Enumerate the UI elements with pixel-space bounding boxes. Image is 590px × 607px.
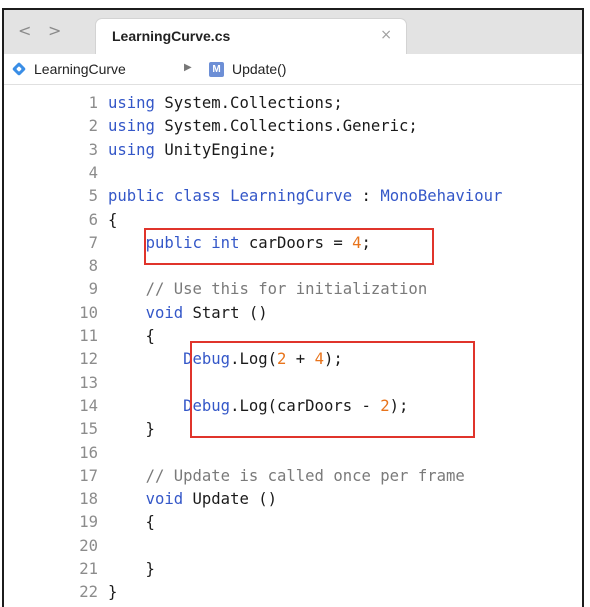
- code-text: }: [108, 583, 117, 601]
- code-token: // Use this for initialization: [145, 280, 428, 299]
- code-text: void Update (): [108, 490, 277, 508]
- code-text: using System.Collections.Generic;: [108, 117, 418, 135]
- line-number: 5: [88, 187, 98, 206]
- code-token: :: [352, 187, 381, 206]
- line-number: 2: [88, 117, 98, 136]
- code-token: }: [108, 560, 155, 578]
- line-number: 7: [88, 233, 98, 252]
- method-icon: M: [209, 61, 224, 77]
- code-token: System.Collections;: [154, 94, 343, 112]
- code-text: public class LearningCurve : MonoBehavio…: [108, 187, 502, 205]
- tab-title: LearningCurve.cs: [112, 28, 231, 44]
- line-number: 14: [79, 396, 98, 415]
- line-number: 16: [79, 443, 98, 462]
- line-number: 11: [79, 327, 98, 345]
- code-text: }: [108, 420, 155, 438]
- code-text: using System.Collections;: [108, 94, 343, 112]
- code-text: // Update is called once per frame: [108, 467, 465, 485]
- tab-learningcurve[interactable]: LearningCurve.cs ×: [96, 19, 406, 54]
- code-token: System.Collections.Generic;: [154, 117, 418, 136]
- code-token: public: [108, 187, 165, 206]
- line-number: 19: [79, 513, 98, 532]
- code-token: UnityEngine;: [154, 140, 278, 159]
- code-text: }: [108, 560, 155, 578]
- line-number: 15: [79, 420, 98, 439]
- code-token: void: [145, 490, 184, 509]
- code-token: {: [108, 210, 118, 229]
- code-token: MonoBehaviour: [380, 187, 503, 206]
- line-number: 8: [88, 257, 98, 276]
- line-number: 4: [88, 163, 98, 182]
- code-token: using: [108, 140, 155, 159]
- line-number: 13: [79, 373, 98, 392]
- line-number: 22: [79, 583, 98, 602]
- breadcrumb: LearningCurve ▶ M Update(): [4, 54, 582, 85]
- class-icon: [11, 61, 27, 77]
- line-number: 17: [79, 466, 98, 485]
- code-token: LearningCurve: [230, 187, 353, 206]
- forward-button[interactable]: >: [48, 21, 61, 40]
- code-text: // Use this for initialization: [108, 280, 428, 299]
- line-number: 21: [79, 560, 98, 578]
- code-token: }: [108, 583, 118, 602]
- code-token: Start (): [183, 303, 268, 322]
- code-token: class: [173, 187, 221, 206]
- code-text: {: [108, 211, 117, 229]
- breadcrumb-method[interactable]: M Update(): [209, 61, 286, 77]
- breadcrumb-class[interactable]: LearningCurve: [11, 61, 126, 77]
- highlight-box-start-body: [190, 341, 475, 438]
- close-icon[interactable]: ×: [380, 27, 392, 43]
- code-token: using: [108, 117, 155, 136]
- breadcrumb-separator-icon: ▶: [184, 62, 192, 73]
- line-number: 12: [79, 350, 98, 369]
- code-token: }: [108, 420, 155, 439]
- back-button[interactable]: <: [18, 21, 31, 40]
- code-text: {: [108, 513, 155, 531]
- line-number: 9: [88, 280, 98, 299]
- line-number: 3: [88, 140, 98, 159]
- code-token: using: [108, 94, 155, 112]
- code-text: using UnityEngine;: [108, 141, 277, 159]
- line-number: 1: [88, 94, 98, 112]
- code-token: void: [145, 303, 184, 322]
- code-token: {: [108, 513, 155, 532]
- code-text: void Start (): [108, 304, 268, 322]
- highlight-box-field: [144, 228, 434, 265]
- code-token: // Update is called once per frame: [145, 466, 465, 485]
- breadcrumb-method-label: Update(): [232, 61, 287, 77]
- line-number: 18: [79, 490, 98, 509]
- breadcrumb-class-label: LearningCurve: [34, 61, 126, 77]
- editor-window: < > LearningCurve.cs × LearningCurve ▶ M…: [2, 8, 584, 607]
- code-text: {: [108, 327, 155, 345]
- tab-bar: < > LearningCurve.cs ×: [4, 10, 582, 54]
- line-number: 10: [79, 303, 98, 322]
- line-number: 20: [79, 536, 98, 555]
- code-token: Update (): [183, 490, 278, 509]
- line-number: 6: [88, 210, 98, 229]
- code-token: {: [108, 327, 155, 345]
